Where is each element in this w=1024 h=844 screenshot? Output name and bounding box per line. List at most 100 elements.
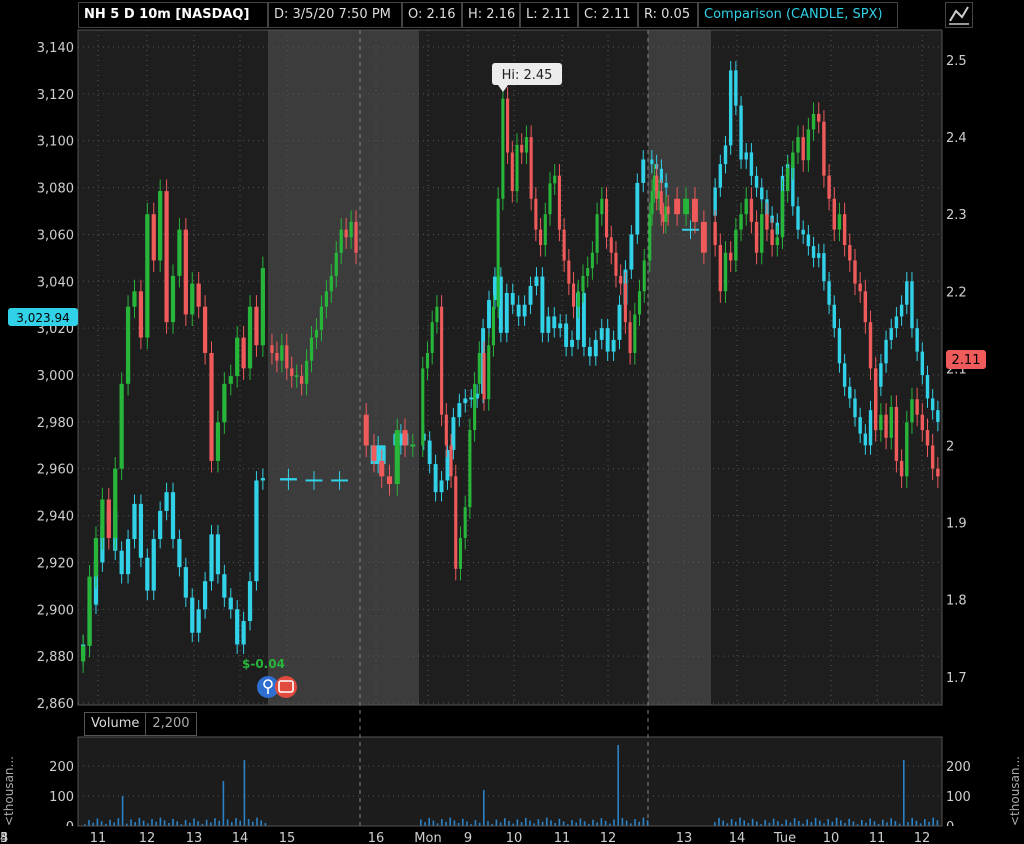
session-band xyxy=(419,30,648,705)
x-axis-tick: 15 xyxy=(279,831,296,844)
volume-bar xyxy=(840,820,842,826)
nh-candle xyxy=(164,191,169,323)
nh-candle xyxy=(842,214,847,246)
left-axis-tick: 3,100 xyxy=(37,135,74,150)
spx-candle xyxy=(822,253,826,282)
nh-candle xyxy=(449,445,453,477)
right-axis-tick: 2.4 xyxy=(946,131,967,146)
volume-bar xyxy=(621,817,624,826)
nh-candle xyxy=(477,352,481,384)
volume-bar xyxy=(848,818,850,826)
volume-bar xyxy=(600,818,603,826)
nh-candle xyxy=(806,129,811,161)
volume-header-band xyxy=(78,710,942,737)
volume-bar xyxy=(730,819,733,826)
nh-candle xyxy=(567,260,571,284)
nh-candle xyxy=(241,337,246,369)
x-axis-tick: 13 xyxy=(676,831,693,844)
spx-candle xyxy=(894,316,899,329)
spx-candle xyxy=(540,276,545,333)
nh-candle xyxy=(734,229,738,261)
spx-candle xyxy=(879,363,883,387)
nh-candle xyxy=(196,283,201,307)
volume-bar xyxy=(756,821,758,826)
volume-bar xyxy=(96,818,99,826)
spx-candle xyxy=(331,479,348,482)
spx-candle xyxy=(469,397,474,400)
volume-bar xyxy=(247,819,250,826)
x-axis-tick: 16 xyxy=(368,831,385,844)
nh-candle xyxy=(659,191,663,215)
volume-bar xyxy=(541,821,544,826)
volume-bar xyxy=(546,817,548,826)
spx-candle xyxy=(138,503,144,558)
x-axis-tick: 13 xyxy=(186,831,203,844)
nh-candle xyxy=(586,268,590,276)
nh-candle xyxy=(138,291,144,338)
nh-candle xyxy=(539,229,543,246)
spx-candle xyxy=(760,187,764,200)
nh-candle xyxy=(487,345,491,400)
spx-candle xyxy=(202,581,208,610)
spx-candle xyxy=(305,479,323,482)
nh-candle xyxy=(796,137,800,153)
spx-candle xyxy=(522,304,527,317)
spx-candle xyxy=(177,539,182,568)
nh-candle xyxy=(290,368,294,377)
nh-candle xyxy=(158,191,163,261)
nh-candle xyxy=(683,198,689,215)
nh-candle xyxy=(215,422,221,461)
nh-candle xyxy=(87,576,92,646)
nh-candle xyxy=(515,144,519,192)
nh-candle xyxy=(247,306,253,369)
nh-candle xyxy=(529,137,533,199)
left-axis-tick: 3,120 xyxy=(37,88,74,103)
nh-candle xyxy=(879,414,883,431)
spx-candle xyxy=(617,304,622,340)
spx-candle xyxy=(863,433,868,446)
spx-candle xyxy=(516,304,521,317)
nh-candle xyxy=(827,175,831,199)
nh-candle xyxy=(260,268,265,346)
volume-bar xyxy=(785,819,787,826)
left-axis-tick: 3,060 xyxy=(37,228,74,243)
nh-candle xyxy=(473,383,477,431)
volume-bar xyxy=(260,820,262,826)
spx-candle xyxy=(587,346,592,357)
nh-candle xyxy=(113,468,118,539)
volume-bar xyxy=(525,817,527,826)
left-axis-tick: 3,080 xyxy=(37,182,74,197)
volume-title: Volume xyxy=(91,716,140,731)
volume-bar xyxy=(462,818,464,826)
nh-candle xyxy=(491,306,496,346)
volume-bar xyxy=(214,818,216,826)
nh-candle xyxy=(614,252,618,276)
nh-candle xyxy=(915,399,919,415)
x-axis-tick: Mon xyxy=(414,831,441,844)
nh-candle xyxy=(801,137,805,161)
left-price-tag: 3,023.94 xyxy=(8,308,78,326)
volume-bar xyxy=(222,781,225,826)
nh-candle xyxy=(440,306,444,415)
volume-bar xyxy=(852,821,855,826)
volume-bar xyxy=(928,821,930,826)
nh-candle xyxy=(125,306,131,384)
volume-units-right: <thousan... xyxy=(1008,756,1022,826)
nh-candle xyxy=(300,376,304,384)
spx-candle xyxy=(463,398,468,404)
spx-candle xyxy=(754,175,759,188)
volume-bar xyxy=(579,818,582,826)
nh-candle xyxy=(604,198,609,238)
volume-axis-tick-left: 200 xyxy=(49,760,74,775)
x-axis-tick: 12 xyxy=(139,831,156,844)
nh-candle xyxy=(202,306,208,353)
spx-candle xyxy=(196,609,201,633)
x-axis-tick: Tue xyxy=(773,831,796,844)
spx-candle xyxy=(593,339,598,357)
nh-candle xyxy=(280,345,284,361)
volume-bar xyxy=(932,817,934,826)
nh-candle xyxy=(910,399,914,423)
spx-candle xyxy=(504,293,509,333)
spx-candle xyxy=(611,339,616,352)
volume-bar xyxy=(474,820,477,826)
